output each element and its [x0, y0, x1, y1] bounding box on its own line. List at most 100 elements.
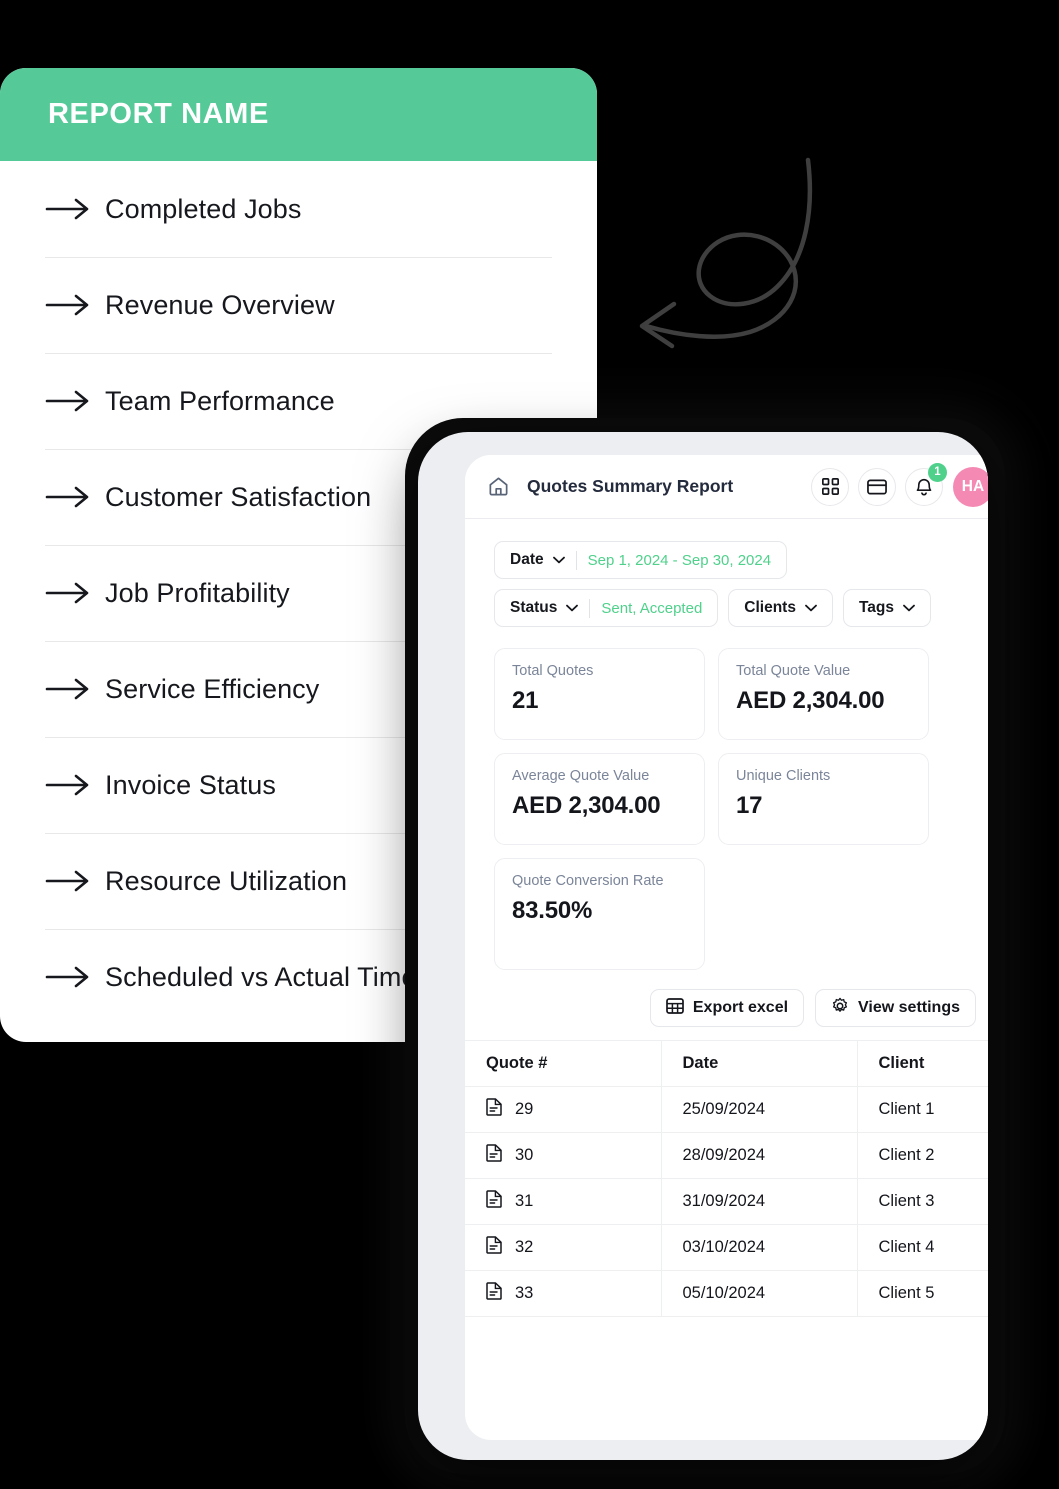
quote-number-value: 31 [515, 1192, 534, 1210]
report-list-item-label: Customer Satisfaction [105, 481, 372, 512]
stat-card-total-quotes: Total Quotes 21 [494, 648, 705, 740]
credit-card-icon[interactable] [858, 467, 896, 506]
quotes-table: Quote # Date Client 29 25/09/2024 Client… [465, 1040, 988, 1317]
filter-bar: Date Sep 1, 2024 - Sep 30, 2024 Status S… [465, 541, 988, 627]
stat-card-label: Total Quote Value [736, 663, 851, 679]
cell-client: Client 3 [856, 1178, 988, 1225]
stat-card-grid: Total Quotes 21 Total Quote Value AED 2,… [465, 627, 988, 970]
table-row[interactable]: 32 03/10/2024 Client 4 [465, 1224, 988, 1271]
filter-chip-date[interactable]: Date Sep 1, 2024 - Sep 30, 2024 [494, 541, 788, 579]
cell-date: 28/09/2024 [660, 1132, 857, 1179]
column-header-quote-number[interactable]: Quote # [465, 1040, 661, 1087]
table-row[interactable]: 29 25/09/2024 Client 1 [465, 1086, 988, 1133]
stat-card-label: Quote Conversion Rate [512, 873, 664, 889]
chevron-down-icon [805, 604, 817, 612]
grid-apps-icon[interactable] [811, 467, 849, 506]
notification-badge: 1 [928, 462, 947, 482]
filter-chip-value: Sent, Accepted [601, 599, 703, 617]
table-row[interactable]: 30 28/09/2024 Client 2 [465, 1132, 988, 1179]
arrow-right-icon [45, 774, 105, 796]
report-list-item-label: Invoice Status [105, 769, 276, 800]
arrow-right-icon [45, 582, 105, 604]
quote-number-value: 33 [515, 1284, 534, 1302]
arrow-right-icon [45, 486, 105, 508]
chevron-down-icon [566, 604, 579, 612]
column-header-date[interactable]: Date [660, 1040, 857, 1087]
report-list-item-label: Resource Utilization [105, 865, 348, 896]
filter-chip-status[interactable]: Status Sent, Accepted [494, 589, 719, 627]
view-settings-label: View settings [858, 999, 960, 1016]
cell-quote-number: 30 [465, 1132, 661, 1179]
stat-card-value: AED 2,304.00 [512, 791, 661, 819]
cell-date: 03/10/2024 [660, 1224, 857, 1271]
report-list-item-completed-jobs[interactable]: Completed Jobs [45, 161, 552, 257]
filter-chip-label: Date [510, 551, 544, 568]
filter-chip-separator [589, 598, 591, 618]
home-icon[interactable] [487, 475, 521, 498]
screenshot-stage: REPORT NAME Completed Jobs Revenue Overv… [0, 0, 1059, 1489]
view-settings-button[interactable]: View settings [815, 989, 976, 1027]
chevron-down-icon [903, 604, 915, 612]
phone-screen: Quotes Summary Report 1 HA Date Sep 1, 2… [465, 455, 988, 1440]
arrow-right-icon [45, 678, 105, 700]
cell-quote-number: 31 [465, 1178, 661, 1225]
chevron-down-icon [552, 556, 565, 564]
cell-client: Client 1 [856, 1086, 988, 1133]
document-icon [486, 1282, 502, 1305]
quote-number-value: 32 [515, 1238, 534, 1256]
filter-chip-tags[interactable]: Tags [842, 589, 931, 627]
report-list-item-label: Team Performance [105, 385, 335, 416]
screen-body: Date Sep 1, 2024 - Sep 30, 2024 Status S… [465, 519, 988, 1317]
cell-date: 25/09/2024 [660, 1086, 857, 1133]
table-row[interactable]: 31 31/09/2024 Client 3 [465, 1178, 988, 1225]
filter-chip-separator [575, 550, 577, 570]
report-list-item-label: Revenue Overview [105, 289, 335, 320]
quote-number-value: 30 [515, 1146, 534, 1164]
document-icon [486, 1098, 502, 1121]
report-list-item-revenue-overview[interactable]: Revenue Overview [45, 257, 552, 353]
table-grid-icon [666, 997, 684, 1020]
export-excel-label: Export excel [692, 999, 789, 1016]
document-icon [486, 1236, 502, 1259]
avatar[interactable]: HA [953, 466, 988, 507]
table-header-row: Quote # Date Client [465, 1040, 988, 1087]
stat-card-label: Unique Clients [736, 768, 831, 784]
report-list-item-label: Service Efficiency [105, 673, 320, 704]
cell-quote-number: 32 [465, 1224, 661, 1271]
filter-chip-label: Clients [744, 599, 796, 616]
cell-quote-number: 33 [465, 1270, 661, 1317]
cell-quote-number: 29 [465, 1086, 661, 1133]
table-row[interactable]: 33 05/10/2024 Client 5 [465, 1270, 988, 1317]
stat-card-label: Total Quotes [512, 663, 594, 679]
cell-client: Client 2 [856, 1132, 988, 1179]
export-excel-button[interactable]: Export excel [649, 989, 805, 1027]
filter-chip-value: Sep 1, 2024 - Sep 30, 2024 [587, 551, 772, 569]
bell-icon[interactable]: 1 [905, 462, 947, 506]
stat-card-unique-clients: Unique Clients 17 [718, 753, 929, 845]
stat-card-value: 21 [512, 686, 539, 714]
arrow-right-icon [45, 390, 105, 412]
stat-card-value: 17 [736, 791, 763, 819]
cell-client: Client 4 [856, 1224, 988, 1271]
page-title: REPORT NAME [48, 98, 269, 130]
report-list-item-label: Job Profitability [105, 577, 290, 608]
arrow-right-icon [45, 966, 105, 988]
stat-card-quote-conversion-rate: Quote Conversion Rate 83.50% [494, 858, 705, 970]
arrow-right-icon [45, 294, 105, 316]
stat-card-total-quote-value: Total Quote Value AED 2,304.00 [718, 648, 929, 740]
stat-card-value: AED 2,304.00 [736, 686, 885, 714]
document-icon [486, 1144, 502, 1167]
cell-date: 31/09/2024 [660, 1178, 857, 1225]
stat-card-value: 83.50% [512, 896, 593, 924]
stat-card-average-quote-value: Average Quote Value AED 2,304.00 [494, 753, 705, 845]
filter-chip-clients[interactable]: Clients [728, 589, 833, 627]
column-header-client[interactable]: Client [856, 1040, 988, 1087]
curved-loop-arrow-left-icon [639, 157, 813, 349]
quote-number-value: 29 [515, 1100, 534, 1118]
cell-date: 05/10/2024 [660, 1270, 857, 1317]
app-title: Quotes Summary Report [527, 476, 734, 496]
table-actions: Export excel View settings [465, 970, 988, 1040]
document-icon [486, 1190, 502, 1213]
arrow-right-icon [45, 870, 105, 892]
cell-client: Client 5 [856, 1270, 988, 1317]
